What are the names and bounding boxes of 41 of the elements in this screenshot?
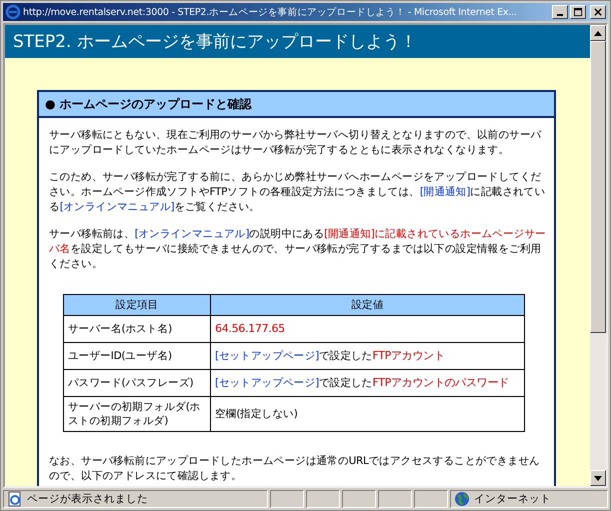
minimize-button[interactable] (552, 5, 568, 19)
table-cell: [セットアップページ]で設定した FTPアカウントのパスワード (210, 370, 524, 396)
minimize-icon (557, 14, 563, 16)
close-icon (594, 8, 602, 16)
status-pane (378, 490, 412, 508)
table-cell: サーバーの初期フォルダ(ホストの初期フォルダ) (64, 396, 210, 432)
security-zone: インターネット (474, 492, 551, 506)
link[interactable]: [オンラインマニュアル] (60, 201, 174, 213)
link[interactable]: [セットアップページ] (215, 350, 319, 362)
scroll-up-icon (594, 30, 602, 36)
link[interactable]: [開通通知] (420, 186, 470, 198)
column-header: 設定項目 (64, 294, 210, 316)
paragraph: なお、サーバ移転前にアップロードしたホームページは通常のURLではアクセスすることができませんので、以下のアドレスにて確認します。 (49, 454, 541, 484)
status-pane (306, 490, 340, 508)
section-heading: ホームページのアップロードと確認 (59, 96, 252, 112)
link[interactable]: [セットアップページ] (215, 377, 319, 389)
maximize-button[interactable] (570, 5, 586, 19)
maximize-icon (574, 8, 582, 16)
table-cell: パスワード(パスフレーズ) (64, 370, 210, 396)
status-message: ページが表示されました (27, 492, 148, 506)
window-title: http://move.rentalserv.net:3000 - STEP2.ホームページを事前にアップロードしよう！ - Microsoft Internet Ex... (23, 6, 518, 18)
paragraph: サーバ移転前は、[オンラインマニュアル]の説明中にある[開通通知]に記載されているホームページサーバ名 を設定してもサーバに接続できませんので、サーバ移転が完了するまでは以下の設定情報をご利用ください。 (49, 227, 546, 272)
link[interactable]: [オンラインマニュアル] (134, 228, 250, 240)
paragraph: サーバ移転にともない、現在ご利用のサーバから弊社サーバへ切り替えとなりますので、以前のサーバにアップロードしていたホームページはサーバ移転が完了するとともに表示されなくなります。 (49, 128, 542, 158)
status-pane (414, 490, 448, 508)
bullet-mark: ● (45, 97, 56, 111)
globe-icon (454, 491, 470, 507)
paragraph: このため、サーバ移転が完了する前に、あらかじめ弊社サーバへホームページをアップロードしてください。ホームページ作成ソフトやFTPソフトの各種設定方法につきましては、[開通通知]に記載されている[オンラインマニュアル]をご覧ください。 (49, 170, 546, 215)
status-pane (342, 490, 376, 508)
close-button[interactable] (590, 5, 606, 19)
page-icon (7, 491, 23, 507)
table-cell: [セットアップページ]で設定した FTPアカウント (210, 342, 524, 370)
page-title: STEP2. ホームページを事前にアップロードしよう！ (13, 31, 417, 53)
table-cell: 空欄(指定しない) (210, 396, 524, 432)
vertical-scrollbar[interactable] (590, 25, 606, 486)
status-pane (270, 490, 304, 508)
scroll-down-icon (594, 476, 602, 480)
table-cell: 64.56.177.65 (210, 316, 524, 342)
table-cell: ユーザーID(ユーザ名) (64, 342, 210, 370)
column-header: 設定値 (210, 294, 524, 316)
table-cell: サーバー名(ホスト名) (64, 316, 210, 342)
